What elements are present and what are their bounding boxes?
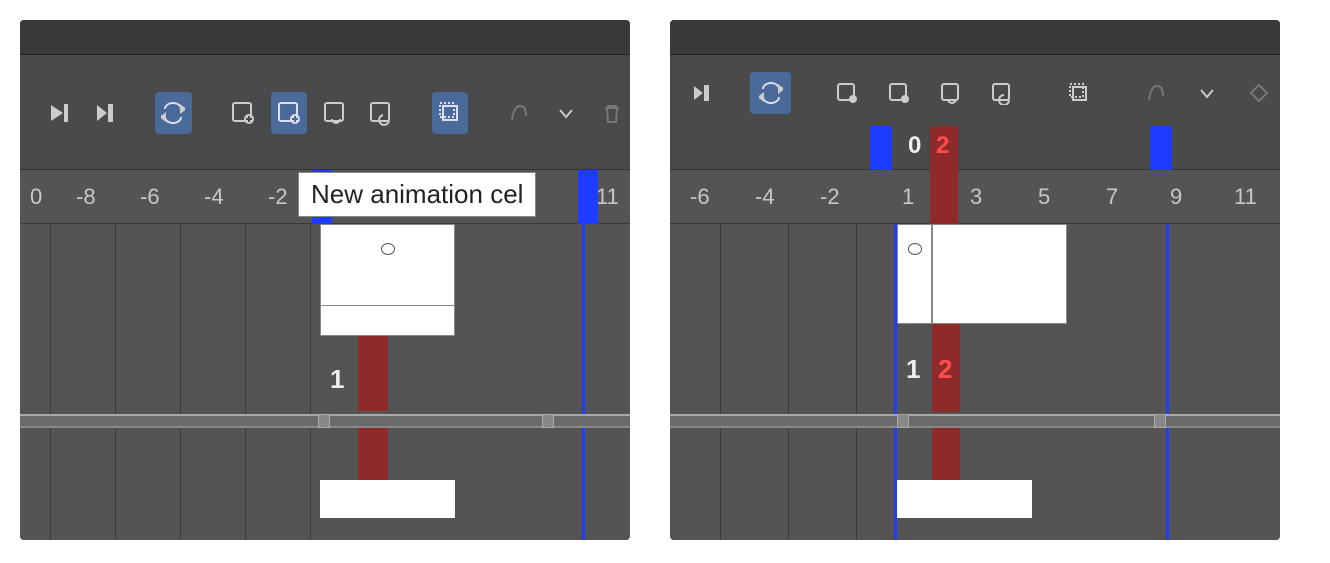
- toolbar: [20, 20, 630, 170]
- cel-unlink-button[interactable]: [363, 92, 399, 134]
- cel-block[interactable]: [320, 480, 455, 518]
- ruler-top-current: 2: [936, 132, 949, 160]
- toolbar-top-strip: [670, 20, 1280, 55]
- range-end-marker[interactable]: [1150, 126, 1172, 170]
- ruler-tick: -2: [820, 184, 840, 210]
- cel-link-button[interactable]: [930, 72, 972, 114]
- ruler-tick: -6: [690, 184, 710, 210]
- ruler-tick: -6: [140, 184, 160, 210]
- scroll-handle-start[interactable]: [897, 414, 909, 428]
- dropdown-button[interactable]: [1187, 72, 1229, 114]
- trash-icon: [601, 102, 623, 124]
- new-animation-cel-button[interactable]: [271, 92, 307, 134]
- play-button[interactable]: [40, 92, 76, 134]
- cel-thumbnail[interactable]: [320, 224, 455, 306]
- cel-add-button[interactable]: [826, 72, 868, 114]
- loop-icon: [161, 101, 185, 125]
- ruler-top-zero: 0: [908, 132, 921, 160]
- playhead-segment: [358, 336, 388, 411]
- playhead-segment: [932, 428, 960, 480]
- range-end-line: [1166, 224, 1169, 540]
- unlink-cel-icon: [368, 100, 394, 126]
- toolbar-main: [20, 55, 630, 170]
- play-icon: [47, 102, 69, 124]
- trash-button[interactable]: [594, 92, 630, 134]
- new-animation-cel-button[interactable]: [878, 72, 920, 114]
- ruler-tick: 11: [596, 184, 619, 210]
- unlink-cel-icon: [990, 81, 1014, 105]
- ruler-tick: 7: [1106, 184, 1118, 210]
- action-button[interactable]: [1238, 72, 1280, 114]
- scroll-handle-end[interactable]: [1154, 414, 1166, 428]
- ruler-tick: 5: [1038, 184, 1050, 210]
- range-end-line: [582, 224, 585, 540]
- timeline-tracks[interactable]: 1: [20, 224, 630, 540]
- scroll-handle-end[interactable]: [542, 414, 554, 428]
- cel-unlink-button[interactable]: [982, 72, 1024, 114]
- cel-thumbnail-strip[interactable]: [320, 306, 455, 336]
- loop-button[interactable]: [750, 72, 792, 114]
- ruler-tick: 3: [970, 184, 982, 210]
- ruler-tick: 1: [902, 184, 914, 210]
- chevron-down-icon: [1199, 85, 1215, 101]
- new-animation-cel-icon: [276, 100, 302, 126]
- link-cel-icon: [322, 100, 348, 126]
- onion-skin-icon: [1144, 81, 1168, 105]
- toolbar-main: [670, 55, 1280, 130]
- playhead-segment: [358, 428, 388, 480]
- toolbar: 0 2: [670, 20, 1280, 170]
- cel-thumbnail[interactable]: [932, 224, 1067, 324]
- new-animation-cel-icon: [887, 81, 911, 105]
- scroll-track[interactable]: [670, 414, 1280, 428]
- range-start-marker[interactable]: [870, 126, 892, 170]
- cel-drawing-icon: [381, 243, 395, 255]
- step-button[interactable]: [680, 72, 722, 114]
- diamond-icon: [1248, 82, 1270, 104]
- step-button[interactable]: [86, 92, 122, 134]
- dropdown-button[interactable]: [548, 92, 584, 134]
- frame-number-current: 2: [938, 354, 952, 385]
- cel-stack-icon: [1067, 81, 1091, 105]
- ruler-tick: -2: [268, 184, 288, 210]
- new-cel-icon: [230, 100, 256, 126]
- ruler-tick: -4: [755, 184, 775, 210]
- onion-skin-icon: [506, 100, 532, 126]
- step-forward-icon: [691, 83, 711, 103]
- step-forward-icon: [93, 102, 115, 124]
- ruler-tick: -8: [76, 184, 96, 210]
- ruler-tick: 9: [1170, 184, 1182, 210]
- onion-skin-button[interactable]: [501, 92, 537, 134]
- cel-thumbnail[interactable]: [897, 224, 932, 324]
- timeline-panel-left: 0 -8 -6 -4 -2 11 New animation cel 1: [20, 20, 630, 540]
- cel-block[interactable]: [897, 480, 1032, 518]
- link-cel-icon: [939, 81, 963, 105]
- loop-button[interactable]: [155, 92, 191, 134]
- loop-icon: [759, 81, 783, 105]
- tooltip: New animation cel: [298, 172, 536, 217]
- ruler-tick: 11: [1234, 184, 1257, 210]
- new-cel-icon: [835, 81, 859, 105]
- chevron-down-icon: [557, 104, 575, 122]
- onion-skin-button[interactable]: [1135, 72, 1177, 114]
- cel-add-button[interactable]: [224, 92, 260, 134]
- scroll-handle-start[interactable]: [318, 414, 330, 428]
- timeline-panel-right: 0 2 -6 -4 -2 1 3 5 7 9 11 1 2: [670, 20, 1280, 540]
- scroll-track[interactable]: [20, 414, 630, 428]
- ruler-tick: 0: [30, 184, 42, 210]
- cel-drawing-icon: [908, 243, 922, 255]
- timeline-ruler[interactable]: -6 -4 -2 1 3 5 7 9 11: [670, 170, 1280, 224]
- cel-stack-button[interactable]: [1058, 72, 1100, 114]
- playhead-ruler[interactable]: [930, 170, 958, 224]
- frame-number: 1: [330, 364, 344, 395]
- timeline-tracks[interactable]: 1 2: [670, 224, 1280, 540]
- range-end-marker[interactable]: [578, 170, 598, 224]
- toolbar-top-strip: [20, 20, 630, 55]
- cel-stack-icon: [437, 100, 463, 126]
- frame-number: 1: [906, 354, 920, 385]
- cel-link-button[interactable]: [317, 92, 353, 134]
- cel-stack-button[interactable]: [432, 92, 468, 134]
- ruler-tick: -4: [204, 184, 224, 210]
